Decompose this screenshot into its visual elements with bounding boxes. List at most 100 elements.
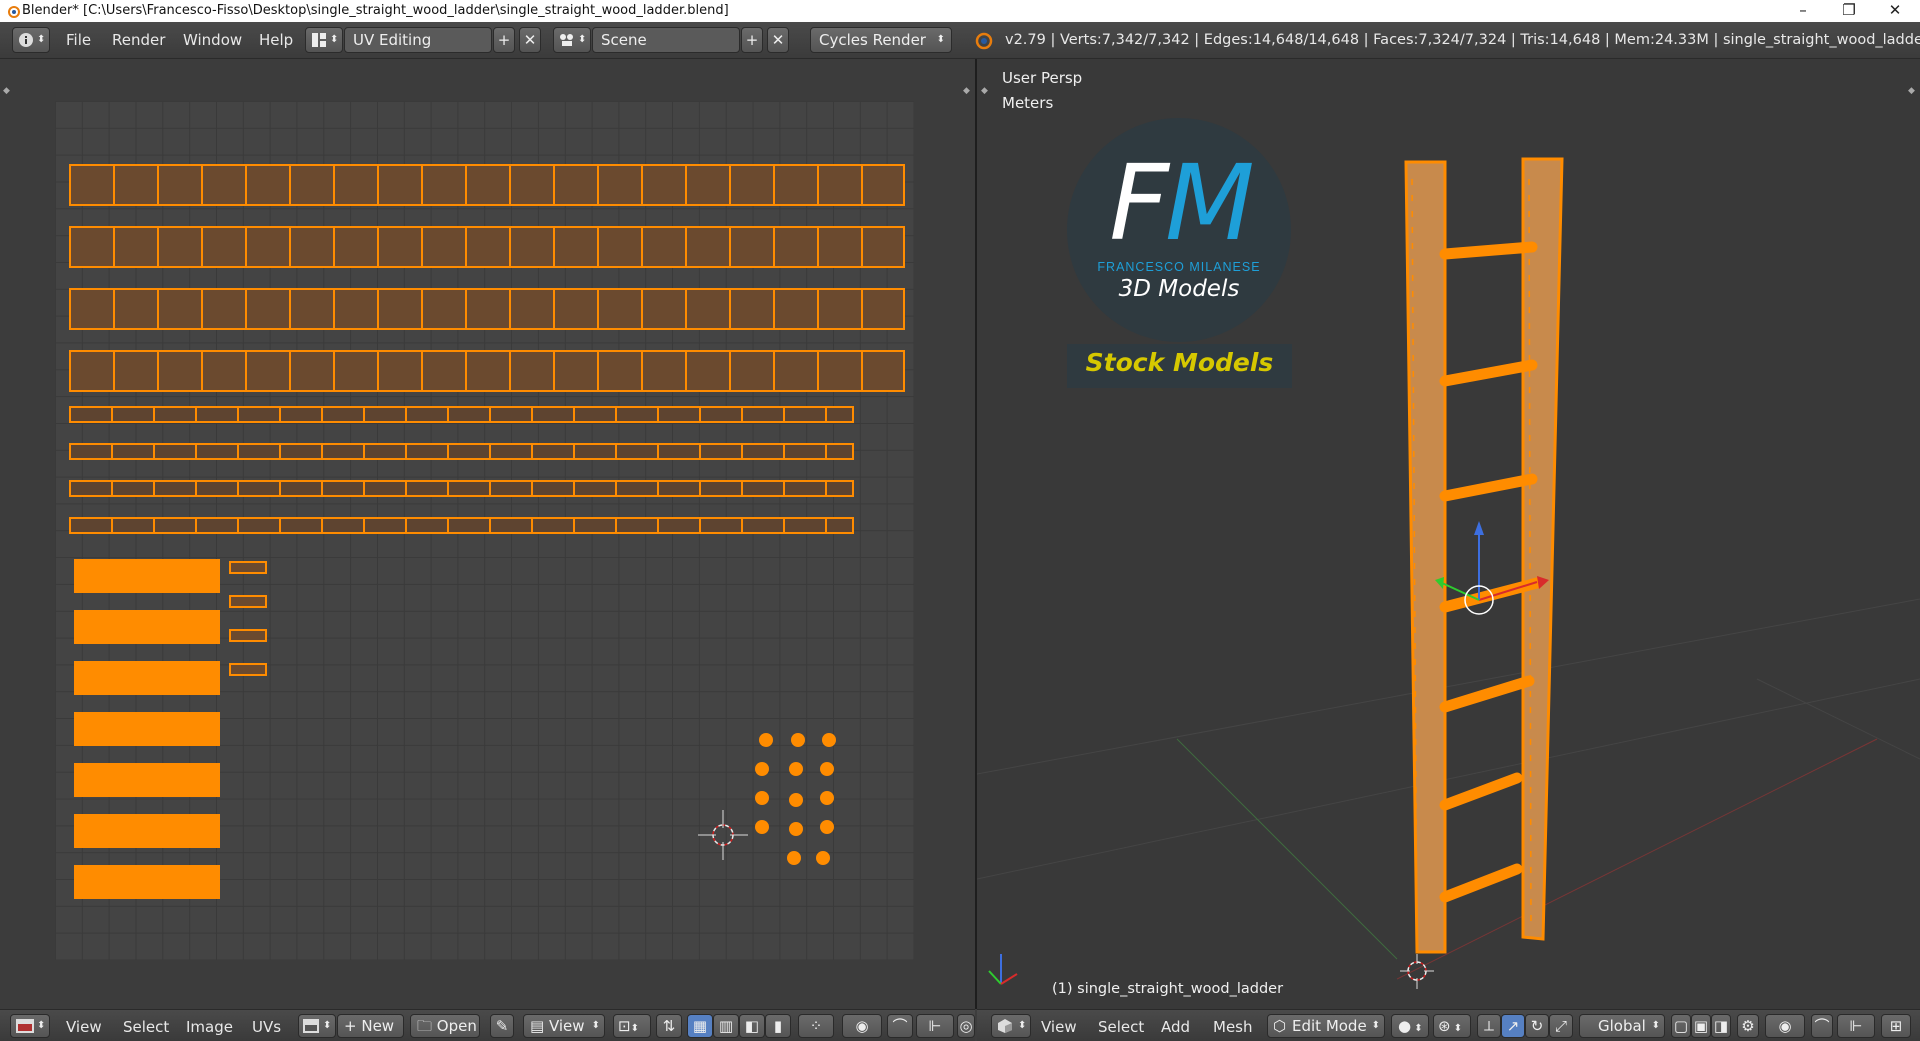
uv-island[interactable] bbox=[74, 712, 220, 746]
uv-island[interactable] bbox=[787, 851, 801, 865]
uv-island[interactable] bbox=[822, 733, 836, 747]
3d-menu-add[interactable]: Add bbox=[1161, 1018, 1190, 1036]
3d-cursor-icon[interactable] bbox=[1400, 954, 1434, 989]
uv-island[interactable] bbox=[69, 164, 905, 206]
uv-island[interactable] bbox=[69, 406, 854, 423]
snap-toggle-icon[interactable]: ⌒ bbox=[887, 1014, 913, 1038]
face-select-mode-icon[interactable]: ◧ bbox=[739, 1014, 765, 1038]
new-image-button[interactable]: + New bbox=[337, 1014, 404, 1038]
view-mode-dropdown[interactable]: ▤ View ⬍ bbox=[523, 1014, 605, 1038]
uv-island[interactable] bbox=[755, 791, 769, 805]
scale-manipulator-icon[interactable]: ⤢ bbox=[1549, 1014, 1573, 1038]
3d-viewport[interactable]: ◆ ◆ User Persp Meters FM FRANCESCO MILAN… bbox=[977, 59, 1920, 1009]
editor-type-info-button[interactable]: ⬍ bbox=[12, 27, 50, 53]
uv-island[interactable] bbox=[755, 820, 769, 834]
uv-island[interactable] bbox=[74, 763, 220, 797]
manipulator-toggle-icon[interactable]: ⟂ bbox=[1477, 1014, 1501, 1038]
region-toggle-right-icon[interactable]: ◆ bbox=[963, 86, 970, 96]
snap-3d-toggle-icon[interactable]: ⌒ bbox=[1811, 1014, 1833, 1038]
uv-menu-view[interactable]: View bbox=[66, 1018, 102, 1036]
scene-name[interactable]: Scene bbox=[592, 27, 740, 53]
restore-button[interactable]: ❐ bbox=[1826, 0, 1872, 22]
uv-image-editor[interactable]: ◆ ◆ bbox=[0, 59, 977, 1009]
snap-target-dropdown[interactable]: ⊞ bbox=[1881, 1014, 1911, 1038]
2d-cursor-icon[interactable] bbox=[698, 810, 748, 860]
open-image-button[interactable]: 🗀 Open bbox=[410, 1014, 480, 1038]
pivot-point-dropdown[interactable]: ⊡⬍ bbox=[613, 1014, 651, 1038]
uv-island[interactable] bbox=[74, 559, 220, 593]
uv-island[interactable] bbox=[69, 480, 854, 497]
uv-island[interactable] bbox=[69, 517, 854, 534]
menu-window[interactable]: Window bbox=[183, 31, 242, 49]
delete-screen-icon[interactable]: ✕ bbox=[519, 27, 541, 53]
delete-scene-icon[interactable]: ✕ bbox=[767, 27, 789, 53]
uv-island[interactable] bbox=[789, 822, 803, 836]
3d-menu-mesh[interactable]: Mesh bbox=[1213, 1018, 1253, 1036]
uv-island[interactable] bbox=[74, 610, 220, 644]
mode-dropdown[interactable]: ⬡ Edit Mode ⬍ bbox=[1267, 1014, 1385, 1038]
sync-selection-icon[interactable]: ⇅ bbox=[656, 1014, 682, 1038]
editor-type-uv-button[interactable]: ⬍ bbox=[10, 1014, 50, 1038]
minimize-button[interactable]: – bbox=[1780, 0, 1826, 22]
sticky-selection-dropdown[interactable]: ⁘ bbox=[798, 1014, 834, 1038]
pin-icon[interactable]: ✎ bbox=[490, 1014, 514, 1038]
uv-island[interactable] bbox=[820, 762, 834, 776]
image-browse-button[interactable]: ⬍ bbox=[298, 1014, 336, 1038]
add-scene-icon[interactable]: + bbox=[741, 27, 763, 53]
uv-island[interactable] bbox=[789, 793, 803, 807]
scene-selector[interactable]: ⬍ bbox=[553, 27, 591, 53]
uv-island[interactable] bbox=[69, 443, 854, 460]
uv-island[interactable] bbox=[816, 851, 830, 865]
menu-help[interactable]: Help bbox=[259, 31, 293, 49]
vertex-select-3d-icon[interactable]: ▢ bbox=[1671, 1014, 1691, 1038]
uv-island[interactable] bbox=[74, 814, 220, 848]
uv-island[interactable] bbox=[791, 733, 805, 747]
pivot-point-3d-dropdown[interactable]: ⊛ ⬍ bbox=[1433, 1014, 1471, 1038]
uv-island[interactable] bbox=[789, 762, 803, 776]
uv-island[interactable] bbox=[74, 865, 220, 899]
uv-menu-image[interactable]: Image bbox=[186, 1018, 233, 1036]
vertex-select-mode-icon[interactable]: ▦ bbox=[687, 1014, 713, 1038]
view-mode-label: View bbox=[548, 1017, 585, 1035]
region-toggle-left-icon[interactable]: ◆ bbox=[3, 86, 10, 96]
uv-island[interactable] bbox=[755, 762, 769, 776]
uv-island[interactable] bbox=[820, 820, 834, 834]
3d-menu-view[interactable]: View bbox=[1041, 1018, 1077, 1036]
uv-island[interactable] bbox=[74, 661, 220, 695]
screen-layout-name[interactable]: UV Editing bbox=[344, 27, 492, 53]
editor-type-3d-button[interactable]: ⬍ bbox=[991, 1014, 1031, 1038]
proportional-edit-3d-dropdown[interactable]: ◉ bbox=[1765, 1014, 1805, 1038]
snap-element-3d-dropdown[interactable]: ⊩ bbox=[1837, 1014, 1875, 1038]
render-slot-icon[interactable]: ◎ bbox=[957, 1014, 975, 1038]
uv-menu-select[interactable]: Select bbox=[123, 1018, 169, 1036]
uv-island[interactable] bbox=[69, 350, 905, 392]
rotate-manipulator-icon[interactable]: ↻ bbox=[1525, 1014, 1549, 1038]
uv-island[interactable] bbox=[759, 733, 773, 747]
uv-island[interactable] bbox=[229, 663, 267, 676]
edge-select-mode-icon[interactable]: ▥ bbox=[713, 1014, 739, 1038]
edge-select-3d-icon[interactable]: ▣ bbox=[1691, 1014, 1711, 1038]
screen-layout-selector[interactable]: ⬍ bbox=[305, 27, 343, 53]
add-screen-icon[interactable]: + bbox=[493, 27, 515, 53]
viewport-shading-dropdown[interactable]: ● ⬍ bbox=[1391, 1014, 1429, 1038]
snap-element-dropdown[interactable]: ⊩ bbox=[916, 1014, 954, 1038]
transform-orientation-dropdown[interactable]: Global ⬍ bbox=[1579, 1014, 1665, 1038]
uv-island[interactable] bbox=[229, 595, 267, 608]
limit-selection-icon[interactable]: ⚙ bbox=[1737, 1014, 1759, 1038]
proportional-edit-dropdown[interactable]: ◉ bbox=[842, 1014, 882, 1038]
3d-menu-select[interactable]: Select bbox=[1098, 1018, 1144, 1036]
island-select-mode-icon[interactable]: ▮ bbox=[765, 1014, 791, 1038]
translate-manipulator-icon[interactable]: ↗ bbox=[1501, 1014, 1525, 1038]
close-window-button[interactable]: ✕ bbox=[1872, 0, 1918, 22]
uv-grid[interactable] bbox=[55, 101, 914, 960]
render-engine-dropdown[interactable]: Cycles Render ⬍ bbox=[810, 27, 952, 53]
menu-render[interactable]: Render bbox=[112, 31, 165, 49]
uv-menu-uvs[interactable]: UVs bbox=[252, 1018, 281, 1036]
uv-island[interactable] bbox=[229, 561, 267, 574]
menu-file[interactable]: File bbox=[66, 31, 91, 49]
face-select-3d-icon[interactable]: ◨ bbox=[1711, 1014, 1731, 1038]
uv-island[interactable] bbox=[820, 791, 834, 805]
uv-island[interactable] bbox=[229, 629, 267, 642]
uv-island[interactable] bbox=[69, 288, 905, 330]
uv-island[interactable] bbox=[69, 226, 905, 268]
